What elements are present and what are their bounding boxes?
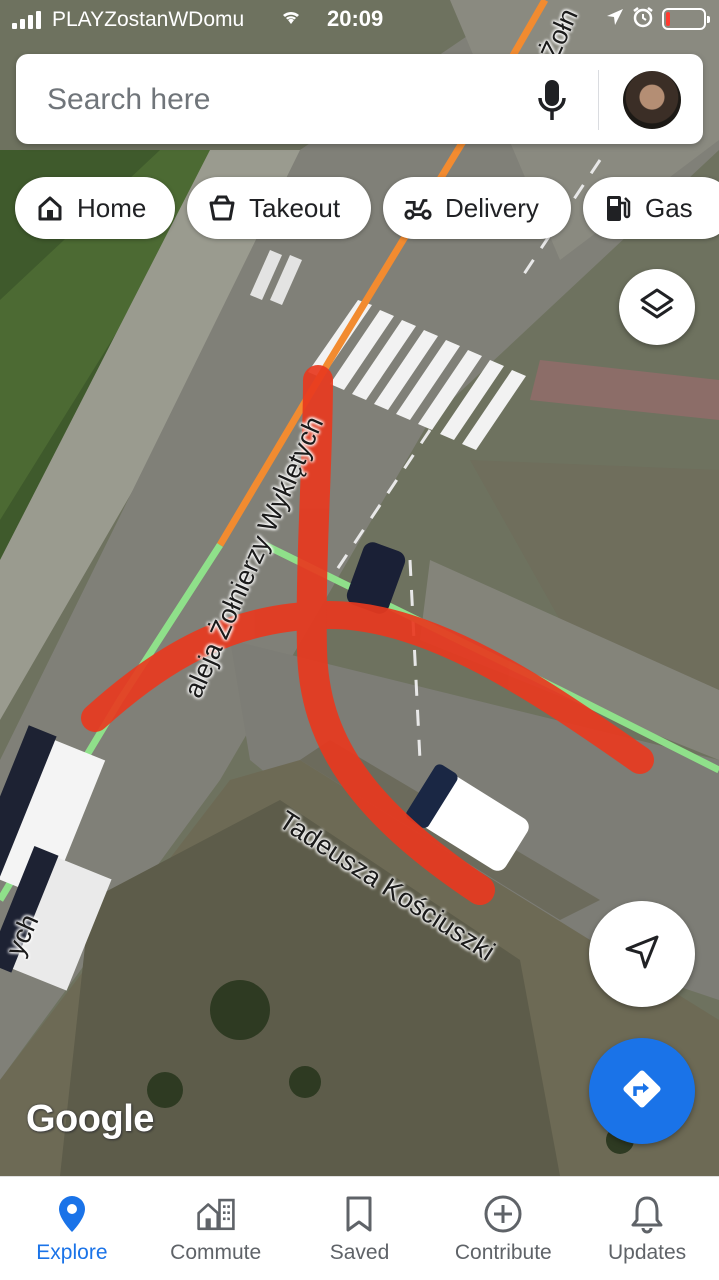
- search-divider: [598, 70, 599, 130]
- chip-home-label: Home: [77, 192, 147, 223]
- nav-saved-label: Saved: [329, 1241, 390, 1264]
- bell-icon: [627, 1193, 667, 1235]
- nav-explore[interactable]: Explore: [0, 1177, 144, 1280]
- user-avatar[interactable]: [623, 71, 681, 129]
- nav-commute-label: Commute: [170, 1241, 262, 1264]
- chip-delivery[interactable]: Delivery: [383, 177, 571, 239]
- chip-gas[interactable]: Gas: [583, 177, 719, 239]
- nav-saved[interactable]: Saved: [288, 1177, 432, 1280]
- search-input[interactable]: Search here: [47, 83, 210, 117]
- layers-button[interactable]: [619, 269, 695, 345]
- google-logo: Google: [26, 1098, 154, 1140]
- my-location-button[interactable]: [589, 901, 695, 1007]
- delivery-scooter-icon: [403, 193, 433, 223]
- takeout-icon: [207, 193, 237, 223]
- carrier-name: PLAYZostanWDomu: [52, 8, 245, 31]
- navigation-arrow-icon: [622, 932, 662, 977]
- bookmark-icon: [339, 1193, 379, 1235]
- add-circle-icon: [483, 1193, 523, 1235]
- nav-explore-label: Explore: [36, 1241, 108, 1264]
- status-bar: PLAYZostanWDomu 20:09: [0, 0, 719, 40]
- chip-home[interactable]: Home: [15, 177, 175, 239]
- nav-contribute-label: Contribute: [454, 1241, 552, 1264]
- status-time: 20:09: [327, 6, 384, 31]
- location-services-icon: [606, 8, 624, 32]
- gas-station-icon: [603, 193, 633, 223]
- chip-takeout[interactable]: Takeout: [187, 177, 371, 239]
- nav-updates[interactable]: Updates: [575, 1177, 719, 1280]
- chip-delivery-label: Delivery: [445, 192, 539, 223]
- home-icon: [35, 193, 65, 223]
- alarm-icon: [632, 6, 654, 34]
- bottom-navigation: Explore Commute Saved Contribute Updates: [0, 1176, 719, 1280]
- signal-strength-icon: [12, 11, 41, 29]
- directions-button[interactable]: [589, 1038, 695, 1144]
- nav-updates-label: Updates: [607, 1241, 687, 1264]
- commute-buildings-icon: [196, 1193, 236, 1235]
- directions-icon: [619, 1066, 665, 1117]
- chip-gas-label: Gas: [645, 192, 693, 223]
- chip-takeout-label: Takeout: [249, 192, 341, 223]
- nav-contribute[interactable]: Contribute: [431, 1177, 575, 1280]
- nav-commute[interactable]: Commute: [144, 1177, 288, 1280]
- microphone-icon[interactable]: [536, 78, 568, 124]
- search-bar[interactable]: Search here: [16, 54, 703, 144]
- location-pin-icon: [52, 1193, 92, 1235]
- battery-icon: [662, 8, 710, 30]
- layers-icon: [638, 286, 676, 329]
- wifi-icon: [280, 8, 302, 32]
